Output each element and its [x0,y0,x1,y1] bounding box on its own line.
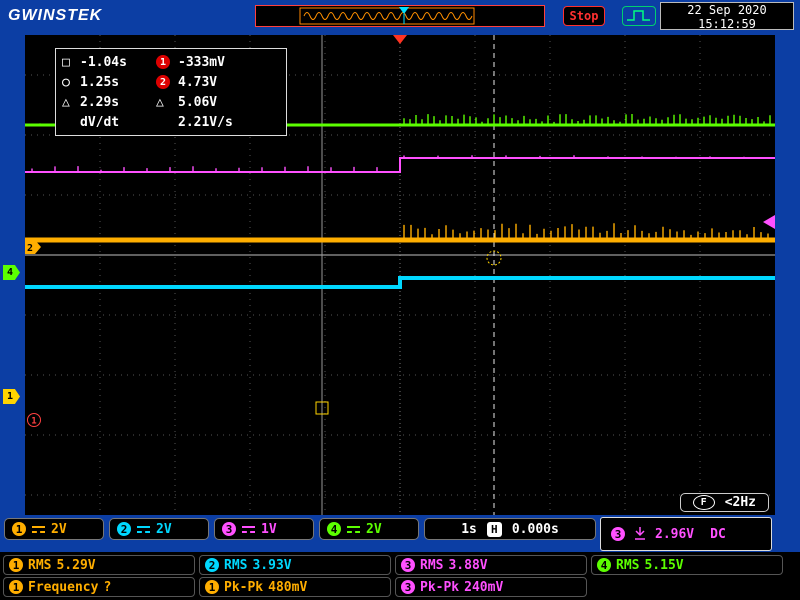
coupling-dc-icon [32,525,45,533]
measurement-channel-badge: 1 [9,580,23,594]
coupling-dc-icon [347,525,360,533]
channel-1-status[interactable]: 1 2V [4,518,104,540]
trigger-frequency-readout: F <2Hz [679,493,769,512]
ch1-trace-noise [403,223,769,239]
trigger-level-value: 2.96V [655,526,695,542]
cursor-row-1: ○ 1.25s 2 4.73V [62,74,218,90]
date-text: 22 Sep 2020 [687,3,767,17]
measurement-label: RMS [224,557,248,573]
channel-3-badge: 3 [222,522,236,536]
trigger-slope-icon [627,10,650,21]
channel-1-scale: 2V [51,521,67,537]
channel-1-badge: 1 [12,522,26,536]
channel-2-badge: 2 [117,522,131,536]
trigger-status-box[interactable]: 3 2.96V DC [600,517,772,551]
cursor-row-2: △ 2.29s △ 5.06V [62,94,218,110]
scope-display: 2 1 □ -1.04s 1 -333mV ○ 1.25s 2 4.73V △ 2.29s △ 5.06… [25,35,775,515]
preview-trigger-marker [399,7,409,14]
measurement-pkpk-ch1: 1 Pk-Pk 480mV [199,577,391,597]
brand-logo: GWINSTEK [8,7,103,24]
frequency-f-icon: F [692,495,715,510]
preview-sine [303,12,473,20]
measurement-label: RMS [616,557,640,573]
channel-3-status[interactable]: 3 1V [214,518,314,540]
channel-2-status[interactable]: 2 2V [109,518,209,540]
measurement-channel-badge: 3 [401,580,415,594]
ch3-trace [25,157,775,173]
cursor-row-0: □ -1.04s 1 -333mV [62,54,225,70]
trigger-coupling: DC [710,526,726,542]
measurement-channel-badge: 2 [205,558,219,572]
trigger-level-arrow[interactable] [763,215,775,229]
measurement-channel-badge: 4 [597,558,611,572]
measurement-pkpk-ch3: 3 Pk-Pk 240mV [395,577,587,597]
frequency-value: <2Hz [724,495,756,510]
measurement-channel-badge: 3 [401,558,415,572]
measurement-rms-ch1: 1 RMS 5.29V [3,555,195,575]
ch4-trace-noise [403,114,771,125]
acquisition-preview [255,5,545,27]
channel-4-badge: 4 [327,522,341,536]
trigger-level-icon [635,527,645,540]
measurement-label: Frequency [28,579,99,595]
measurement-label: RMS [420,557,444,573]
cursor-channel-badge: 1 [156,55,170,69]
datetime-display: 22 Sep 2020 15:12:59 [660,2,794,31]
coupling-dc-icon [242,525,255,533]
measurement-frequency-ch1: 1 Frequency? [3,577,195,597]
measurement-rms-ch3: 3 RMS 3.88V [395,555,587,575]
channel-4-edge-marker[interactable]: 4 [3,265,20,280]
trigger-position-arrow[interactable] [393,35,407,44]
trigger-mode-box [622,6,656,26]
timebase-box[interactable]: 1s H 0.000s [424,518,596,540]
measurement-channel-badge: 1 [205,580,219,594]
trigger-source-badge: 3 [611,527,625,541]
horizontal-icon: H [486,521,502,537]
record-preview-waveform [299,7,475,25]
marker-label: 1 [31,417,36,427]
cursor-readout-panel: □ -1.04s 1 -333mV ○ 1.25s 2 4.73V △ 2.29s △ 5.06V dV… [55,48,287,136]
measurement-value: 5.29V [56,557,96,573]
run-stop-button[interactable]: Stop [563,6,605,26]
channel-1-edge-marker[interactable]: 1 [3,389,20,404]
measurement-rms-ch4: 4 RMS 5.15V [591,555,783,575]
timebase-scale: 1s [461,521,477,537]
ch2-trace [25,276,775,289]
measurement-value: 5.15V [644,557,684,573]
measurement-rms-ch2: 2 RMS 3.93V [199,555,391,575]
channel-4-scale: 2V [366,521,382,537]
channel-2-scale: 2V [156,521,172,537]
measurement-channel-badge: 1 [9,558,23,572]
top-bar: GWINSTEK Stop 22 Sep 2020 15:12:59 [0,0,800,32]
measurement-label: Pk-Pk [420,579,460,595]
measurement-label: RMS [28,557,52,573]
coupling-dc-icon [137,525,150,533]
horizontal-position: 0.000s [511,521,559,537]
measurement-value: 480mV [268,579,308,595]
time-text: 15:12:59 [698,17,756,31]
cursor-channel-badge: 2 [156,75,170,89]
measurement-value: ? [103,579,112,595]
measurement-value: 3.88V [448,557,488,573]
marker-label: 2 [27,243,33,254]
channel-3-scale: 1V [261,521,277,537]
cursor-row-3: dV/dt 2.21V/s [80,114,233,130]
measurement-value: 240mV [464,579,504,595]
channel-4-status[interactable]: 4 2V [319,518,419,540]
measurement-value: 3.93V [252,557,292,573]
measurement-label: Pk-Pk [224,579,264,595]
